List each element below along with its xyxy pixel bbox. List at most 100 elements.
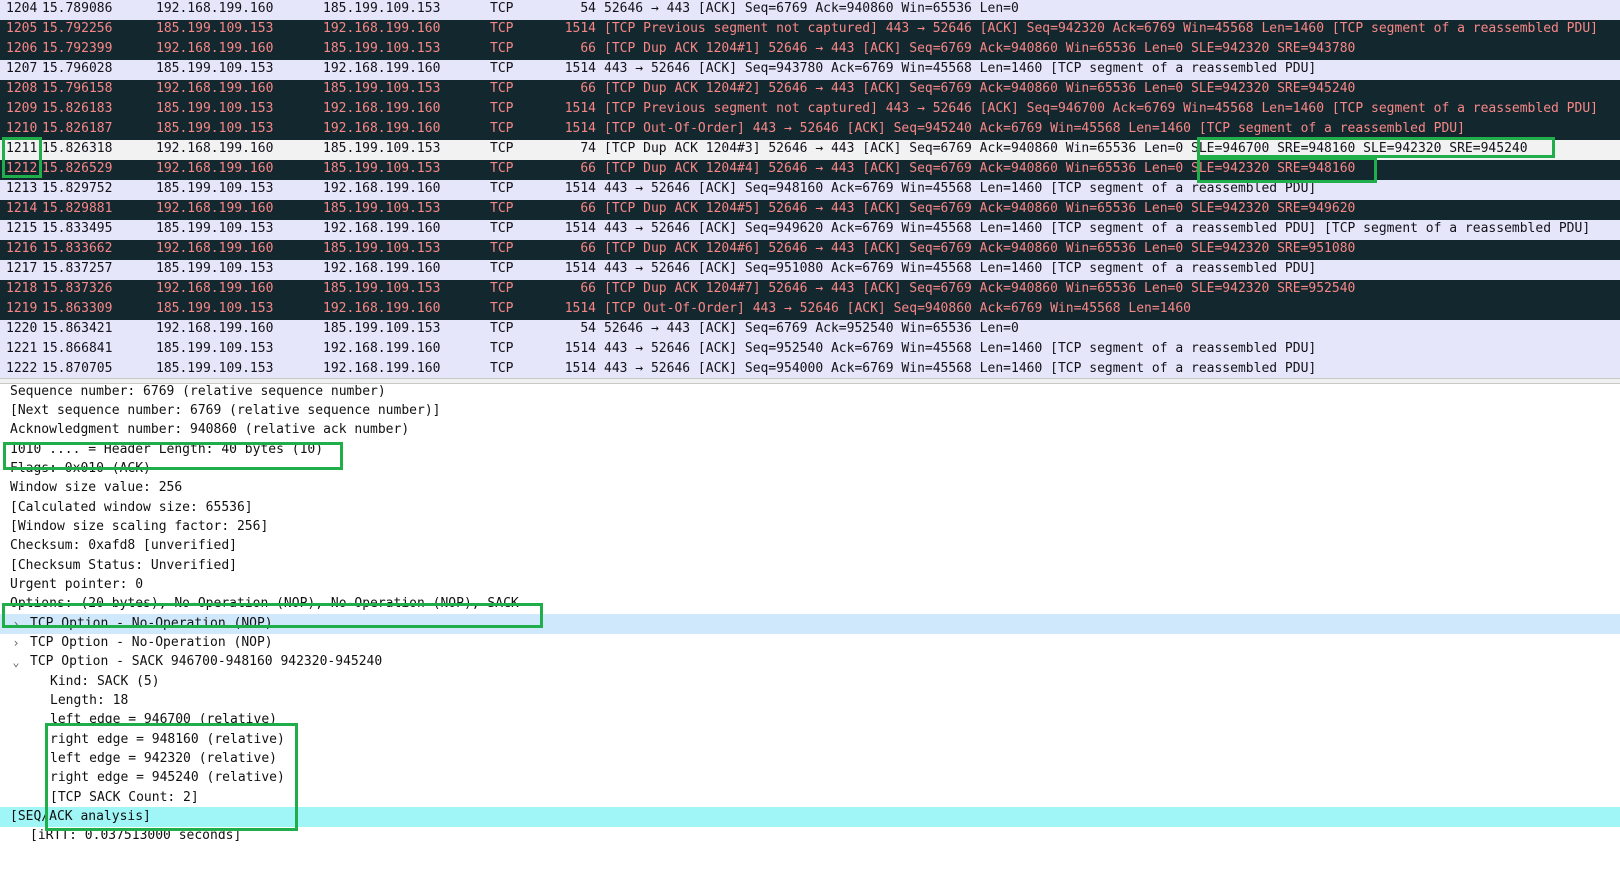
packet-len: 74 <box>580 141 596 156</box>
packet-proto: TCP <box>490 61 514 76</box>
packet-src: 192.168.199.160 <box>156 161 274 176</box>
packet-dst: 185.199.109.153 <box>323 141 441 156</box>
packet-info: [TCP Previous segment not captured] 443 … <box>604 21 1598 36</box>
packet-row[interactable]: 1218 15.837326 192.168.199.160 185.199.109.… <box>0 280 1620 300</box>
packet-row[interactable]: 1204 15.789086 192.168.199.160 185.199.109.… <box>0 0 1620 20</box>
packet-dst: 192.168.199.160 <box>323 221 441 236</box>
packet-row[interactable]: 1222 15.870705 185.199.109.153 192.168.199.… <box>0 360 1620 380</box>
chevron-right-icon[interactable]: › <box>10 614 22 634</box>
packet-dst: 192.168.199.160 <box>323 301 441 316</box>
packet-info: [TCP Dup ACK 1204#3] 52646 → 443 [ACK] S… <box>604 141 1528 156</box>
packet-proto: TCP <box>490 141 514 156</box>
detail-ack[interactable]: Acknowledgment number: 940860 (relative … <box>0 420 1620 440</box>
detail-header-length[interactable]: 1010 .... = Header Length: 40 bytes (10) <box>0 440 1620 460</box>
packet-row[interactable]: 1212 15.826529 192.168.199.160 185.199.109.… <box>0 160 1620 180</box>
packet-src: 185.199.109.153 <box>156 101 274 116</box>
packet-proto: TCP <box>490 281 514 296</box>
detail-calc-window[interactable]: [Calculated window size: 65536] <box>0 498 1620 518</box>
packet-info: [TCP Dup ACK 1204#1] 52646 → 443 [ACK] S… <box>604 41 1356 56</box>
packet-len: 1514 <box>564 21 596 36</box>
packet-dst: 185.199.109.153 <box>323 201 441 216</box>
packet-time: 15.792399 <box>42 41 113 56</box>
packet-dst: 192.168.199.160 <box>323 101 441 116</box>
packet-row[interactable]: 1214 15.829881 192.168.199.160 185.199.109.… <box>0 200 1620 220</box>
packet-len: 66 <box>580 201 596 216</box>
packet-info: 52646 → 443 [ACK] Seq=6769 Ack=940860 Wi… <box>604 1 1019 16</box>
packet-proto: TCP <box>490 41 514 56</box>
chevron-right-icon[interactable]: › <box>10 633 22 653</box>
packet-dst: 185.199.109.153 <box>323 1 441 16</box>
detail-option-nop-2[interactable]: › TCP Option - No-Operation (NOP) <box>0 633 1620 653</box>
detail-sack-count[interactable]: [TCP SACK Count: 2] <box>0 788 1620 808</box>
packet-len: 1514 <box>564 181 596 196</box>
packet-row[interactable]: 1215 15.833495 185.199.109.153 192.168.199.… <box>0 220 1620 240</box>
packet-len: 66 <box>580 241 596 256</box>
packet-row[interactable]: 1216 15.833662 192.168.199.160 185.199.109.… <box>0 240 1620 260</box>
detail-sack-kind[interactable]: Kind: SACK (5) <box>0 672 1620 692</box>
packet-row[interactable]: 1208 15.796158 192.168.199.160 185.199.109.… <box>0 80 1620 100</box>
packet-dst: 185.199.109.153 <box>323 81 441 96</box>
packet-info: [TCP Dup ACK 1204#5] 52646 → 443 [ACK] S… <box>604 201 1356 216</box>
packet-len: 66 <box>580 161 596 176</box>
detail-window-size[interactable]: Window size value: 256 <box>0 478 1620 498</box>
detail-next-seq[interactable]: [Next sequence number: 6769 (relative se… <box>0 401 1620 421</box>
detail-seq-ack-analysis[interactable]: [SEQ/ACK analysis] <box>0 807 1620 827</box>
packet-row[interactable]: 1213 15.829752 185.199.109.153 192.168.199.… <box>0 180 1620 200</box>
packet-row[interactable]: 1206 15.792399 192.168.199.160 185.199.109.… <box>0 40 1620 60</box>
detail-option-nop-1[interactable]: › TCP Option - No-Operation (NOP) <box>0 614 1620 634</box>
packet-dst: 185.199.109.153 <box>323 161 441 176</box>
packet-no: 1219 <box>6 301 38 316</box>
packet-no: 1205 <box>6 21 38 36</box>
packet-proto: TCP <box>490 161 514 176</box>
detail-seq[interactable]: Sequence number: 6769 (relative sequence… <box>0 382 1620 402</box>
packet-dst: 185.199.109.153 <box>323 41 441 56</box>
packet-info: 443 → 52646 [ACK] Seq=951080 Ack=6769 Wi… <box>604 261 1317 276</box>
packet-row[interactable]: 1205 15.792256 185.199.109.153 192.168.199.… <box>0 20 1620 40</box>
packet-no: 1204 <box>6 1 38 16</box>
packet-proto: TCP <box>490 301 514 316</box>
packet-len: 54 <box>580 321 596 336</box>
packet-row[interactable]: 1210 15.826187 185.199.109.153 192.168.199.… <box>0 120 1620 140</box>
detail-sack-length[interactable]: Length: 18 <box>0 691 1620 711</box>
packet-len: 66 <box>580 281 596 296</box>
packet-time: 15.826183 <box>42 101 113 116</box>
packet-row[interactable]: 1220 15.863421 192.168.199.160 185.199.109.… <box>0 320 1620 340</box>
packet-info: [TCP Previous segment not captured] 443 … <box>604 101 1598 116</box>
packet-dst: 185.199.109.153 <box>323 321 441 336</box>
detail-options[interactable]: Options: (20 bytes), No-Operation (NOP),… <box>0 594 1620 614</box>
packet-time: 15.866841 <box>42 341 113 356</box>
packet-time: 15.826187 <box>42 121 113 136</box>
packet-info: 443 → 52646 [ACK] Seq=949620 Ack=6769 Wi… <box>604 221 1591 236</box>
chevron-down-icon[interactable]: ⌄ <box>10 652 22 672</box>
packet-info: 443 → 52646 [ACK] Seq=948160 Ack=6769 Wi… <box>604 181 1317 196</box>
packet-proto: TCP <box>490 221 514 236</box>
packet-row[interactable]: 1217 15.837257 185.199.109.153 192.168.199.… <box>0 260 1620 280</box>
packet-info: 443 → 52646 [ACK] Seq=954000 Ack=6769 Wi… <box>604 361 1317 376</box>
packet-no: 1215 <box>6 221 38 236</box>
packet-src: 185.199.109.153 <box>156 361 274 376</box>
packet-no: 1208 <box>6 81 38 96</box>
detail-flags[interactable]: Flags: 0x010 (ACK) <box>0 459 1620 479</box>
packet-row[interactable]: 1219 15.863309 185.199.109.153 192.168.199.… <box>0 300 1620 320</box>
detail-window-scale[interactable]: [Window size scaling factor: 256] <box>0 517 1620 537</box>
packet-row[interactable]: 1211 15.826318 192.168.199.160 185.199.109.… <box>0 140 1620 160</box>
detail-option-sack[interactable]: ⌄ TCP Option - SACK 946700-948160 942320… <box>0 652 1620 672</box>
detail-right-edge-1[interactable]: right edge = 948160 (relative) <box>0 730 1620 750</box>
packet-row[interactable]: 1221 15.866841 185.199.109.153 192.168.199.… <box>0 340 1620 360</box>
packet-src: 185.199.109.153 <box>156 121 274 136</box>
detail-urgent-pointer[interactable]: Urgent pointer: 0 <box>0 575 1620 595</box>
packet-info: 52646 → 443 [ACK] Seq=6769 Ack=952540 Wi… <box>604 321 1019 336</box>
packet-src: 192.168.199.160 <box>156 141 274 156</box>
detail-irtt[interactable]: [iRTT: 0.037513000 seconds] <box>0 826 1620 846</box>
packet-info: 443 → 52646 [ACK] Seq=952540 Ack=6769 Wi… <box>604 341 1317 356</box>
detail-checksum-status[interactable]: [Checksum Status: Unverified] <box>0 556 1620 576</box>
detail-checksum[interactable]: Checksum: 0xafd8 [unverified] <box>0 536 1620 556</box>
packet-len: 66 <box>580 41 596 56</box>
detail-left-edge-1[interactable]: left edge = 946700 (relative) <box>0 710 1620 730</box>
packet-row[interactable]: 1207 15.796028 185.199.109.153 192.168.199.… <box>0 60 1620 80</box>
packet-row[interactable]: 1209 15.826183 185.199.109.153 192.168.199.… <box>0 100 1620 120</box>
detail-right-edge-2[interactable]: right edge = 945240 (relative) <box>0 768 1620 788</box>
packet-time: 15.837326 <box>42 281 113 296</box>
packet-len: 1514 <box>564 221 596 236</box>
detail-left-edge-2[interactable]: left edge = 942320 (relative) <box>0 749 1620 769</box>
